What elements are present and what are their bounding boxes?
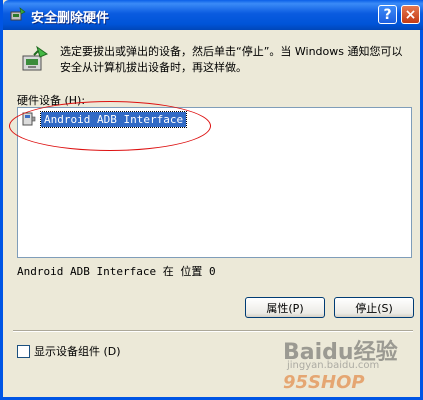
device-location-text: Android ADB Interface 在 位置 0 bbox=[17, 265, 216, 278]
watermark-shop: 95SHOP bbox=[283, 372, 365, 393]
watermark: Baidu经验 jingyan.baidu.com 95SHOP bbox=[283, 334, 423, 396]
safely-remove-hardware-dialog: 安全删除硬件 ? × 选定要拔出或弹出的设备，然后单击“停止”。当 Window… bbox=[0, 0, 423, 400]
title-bar[interactable]: 安全删除硬件 ? × bbox=[3, 0, 423, 30]
show-components-row[interactable]: 显示设备组件 (D) bbox=[17, 343, 121, 359]
safely-remove-hardware-icon bbox=[22, 45, 49, 71]
show-components-checkbox[interactable] bbox=[17, 344, 30, 358]
window-title: 安全删除硬件 bbox=[31, 11, 110, 26]
show-components-label: 显示设备组件 (D) bbox=[34, 345, 121, 358]
hardware-eject-icon bbox=[10, 7, 26, 21]
watermark-url: jingyan.baidu.com bbox=[287, 360, 380, 371]
stop-button[interactable]: 停止(S) bbox=[334, 297, 414, 318]
annotation-circle bbox=[9, 101, 211, 151]
properties-button[interactable]: 属性(P) bbox=[245, 297, 325, 318]
divider bbox=[13, 330, 413, 332]
help-button[interactable]: ? bbox=[378, 5, 397, 24]
instruction-text: 选定要拔出或弹出的设备，然后单击“停止”。当 Windows 通知您可以安全从计… bbox=[60, 45, 403, 74]
watermark-baidu: Baidu经验 bbox=[283, 340, 398, 365]
close-button[interactable]: × bbox=[401, 5, 420, 24]
